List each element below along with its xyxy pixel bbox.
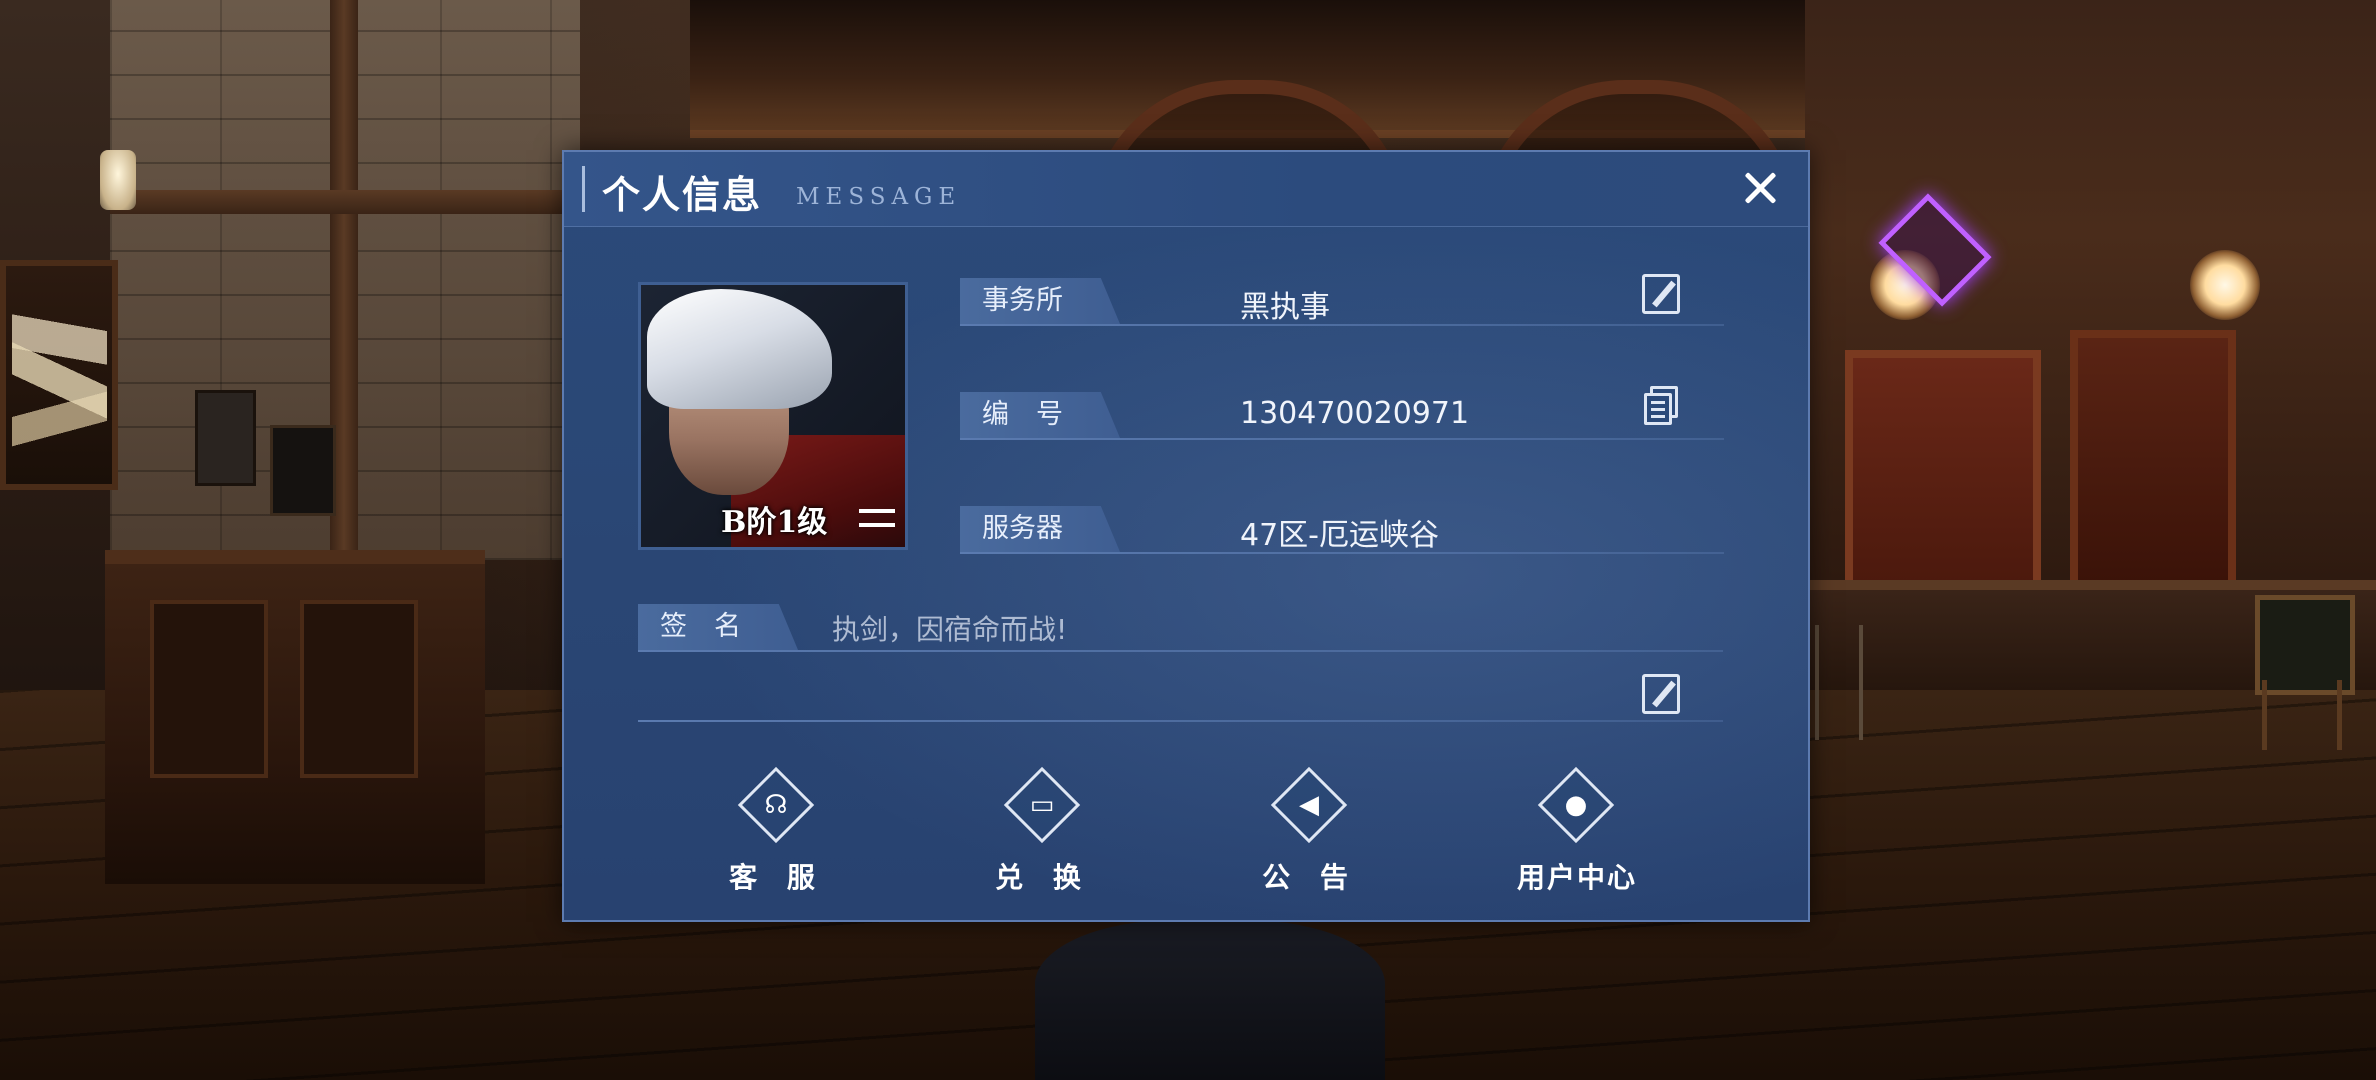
swap-avatar-icon[interactable] <box>857 497 899 537</box>
background-beam <box>110 190 580 214</box>
info-row-agency: 事务所 黑执事 <box>960 278 1724 326</box>
signature-label: 签 名 <box>638 604 798 650</box>
close-icon[interactable] <box>1738 166 1782 210</box>
user-icon: ● <box>1537 766 1615 844</box>
rank-label: B阶1级 <box>721 505 828 540</box>
background-notes <box>12 290 107 460</box>
background-desk-panel <box>150 600 268 778</box>
copy-sheet-front <box>1644 393 1672 425</box>
background-wall-lamp <box>100 150 136 210</box>
agency-label: 事务所 <box>960 278 1120 324</box>
title-accent-bar <box>582 166 585 212</box>
background-signboard-stand <box>2262 680 2342 750</box>
megaphone-icon: ◀ <box>1270 766 1348 844</box>
copy-line <box>1651 408 1665 411</box>
user-center-button[interactable]: ● 用户中心 <box>1482 766 1672 896</box>
signature-divider <box>638 720 1723 722</box>
copy-line <box>1651 415 1665 418</box>
profile-dialog: 个人信息 MESSAGE B阶1级 事务所 黑执事 编 号 1304700209… <box>562 150 1810 922</box>
info-row-server: 服务器 47区-厄运峡谷 <box>960 506 1724 554</box>
copy-line <box>1651 401 1665 404</box>
dialog-subtitle: MESSAGE <box>796 184 962 210</box>
info-row-id: 编 号 130470020971 <box>960 392 1724 440</box>
edit-agency-icon[interactable] <box>1642 274 1680 314</box>
redeem-button[interactable]: ▭ 兑 换 <box>948 766 1138 896</box>
avatar-hair <box>647 289 832 409</box>
background-door <box>2070 330 2236 596</box>
background-character <box>1035 920 1385 1080</box>
background-door <box>1845 350 2041 606</box>
info-row-signature: 签 名 执剑，因宿命而战! <box>638 604 1723 652</box>
server-value: 47区-厄运峡谷 <box>1240 518 1439 553</box>
row-divider <box>960 438 1724 440</box>
row-divider <box>638 650 1723 652</box>
user-center-label: 用户中心 <box>1516 861 1637 894</box>
headset-icon: ☊ <box>737 766 815 844</box>
ticket-icon: ▭ <box>1003 766 1081 844</box>
row-divider <box>960 552 1724 554</box>
background-stool <box>1815 625 1863 740</box>
announcement-label: 公 告 <box>1262 861 1358 894</box>
redeem-label: 兑 换 <box>995 861 1091 894</box>
agency-value: 黑执事 <box>1240 290 1330 325</box>
customer-service-button[interactable]: ☊ 客 服 <box>682 766 872 896</box>
edit-signature-icon[interactable] <box>1642 674 1680 714</box>
announcement-button[interactable]: ◀ 公 告 <box>1215 766 1405 896</box>
background-picture <box>195 390 256 486</box>
dialog-title: 个人信息 <box>602 172 763 217</box>
dialog-header: 个人信息 MESSAGE <box>564 152 1808 227</box>
row-divider <box>960 324 1724 326</box>
server-label: 服务器 <box>960 506 1120 552</box>
signature-value[interactable]: 执剑，因宿命而战! <box>832 608 1067 648</box>
background-desk-panel <box>300 600 418 778</box>
customer-service-label: 客 服 <box>729 861 825 894</box>
id-label: 编 号 <box>960 392 1120 438</box>
copy-id-icon[interactable] <box>1642 386 1680 426</box>
id-value: 130470020971 <box>1240 396 1470 431</box>
background-chalkboard <box>270 425 336 516</box>
avatar[interactable]: B阶1级 <box>638 282 908 550</box>
background-light-globe <box>2190 250 2260 320</box>
